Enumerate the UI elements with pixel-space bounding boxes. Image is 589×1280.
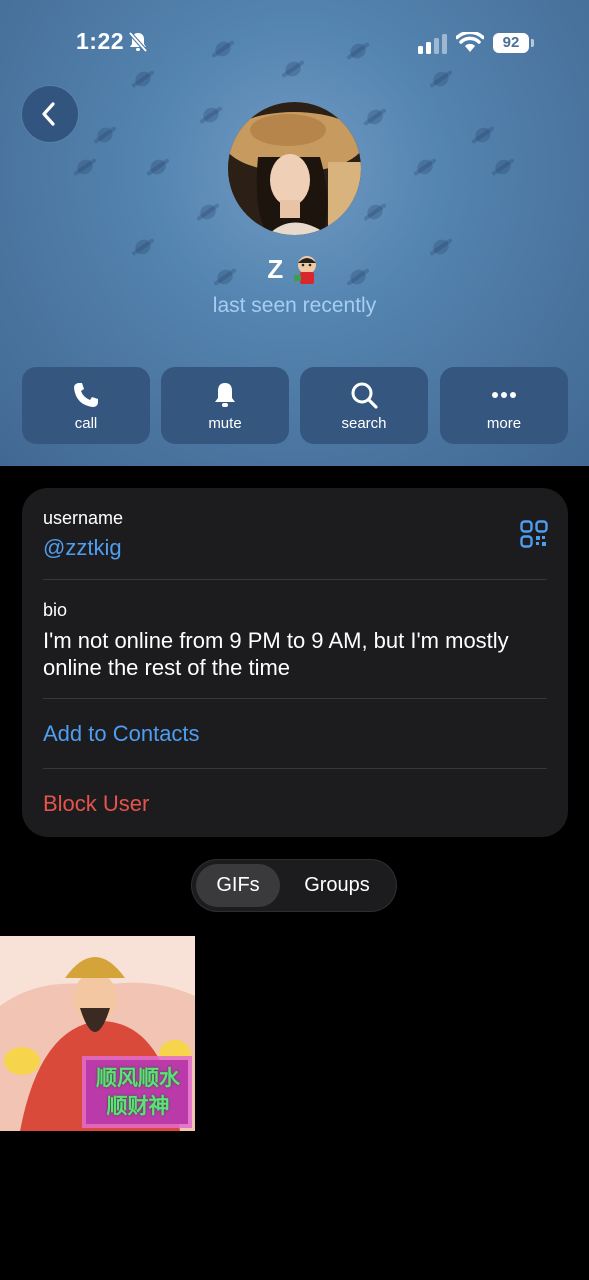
tab-groups[interactable]: Groups — [287, 864, 387, 907]
search-icon — [351, 382, 378, 409]
mute-button[interactable]: mute — [161, 367, 289, 444]
divider — [43, 768, 547, 769]
bio-text: I'm not online from 9 PM to 9 AM, but I'… — [43, 628, 509, 680]
search-button[interactable]: search — [300, 367, 428, 444]
gif-caption-line1: 顺风顺水 — [96, 1066, 180, 1090]
username-row[interactable]: username @zztkig — [43, 508, 547, 561]
profile-header: 1:22 92 Z last seen recently call mute s… — [0, 0, 589, 466]
tab-gifs[interactable]: GIFs — [196, 864, 280, 907]
qr-code-icon[interactable] — [520, 520, 548, 548]
status-time: 1:22 — [76, 28, 125, 54]
emoji-status-icon[interactable] — [292, 255, 322, 285]
username-label: username — [43, 508, 124, 528]
battery-cap — [531, 39, 534, 47]
more-button[interactable]: more — [440, 367, 568, 444]
bell-icon — [215, 383, 235, 407]
back-button[interactable] — [22, 86, 78, 142]
search-label: search — [341, 415, 387, 432]
name-row: Z — [0, 254, 589, 285]
add-to-contacts-button[interactable]: Add to Contacts — [43, 721, 547, 747]
status-bar: 1:22 92 — [0, 0, 589, 88]
avatar[interactable] — [228, 102, 361, 235]
phone-icon — [74, 383, 98, 407]
gif-caption-line2: 顺财神 — [106, 1094, 170, 1118]
profile-name: Z — [267, 254, 284, 284]
bio-row: bio I'm not online from 9 PM to 9 AM, bu… — [43, 600, 547, 681]
bio-label: bio — [43, 600, 68, 620]
mute-label: mute — [208, 415, 242, 432]
divider — [43, 698, 547, 699]
divider — [43, 579, 547, 580]
action-bar: call mute search more — [22, 367, 568, 444]
avatar-photo — [228, 102, 361, 235]
gif-thumbnail[interactable]: 顺风顺水 顺财神 — [0, 936, 195, 1131]
signal-icon — [418, 34, 447, 54]
more-label: more — [486, 415, 522, 432]
info-card: username @zztkig bio I'm not online from… — [22, 488, 568, 837]
call-label: call — [74, 415, 98, 432]
more-icon — [492, 392, 516, 398]
block-user-button[interactable]: Block User — [43, 791, 547, 817]
call-button[interactable]: call — [22, 367, 150, 444]
bell-off-icon — [128, 31, 148, 53]
last-seen-status: last seen recently — [212, 294, 377, 317]
media-tabs: GIFs Groups — [191, 859, 397, 912]
username-value[interactable]: @zztkig — [43, 535, 547, 561]
wifi-icon — [456, 32, 484, 52]
battery-indicator: 92 — [493, 33, 529, 53]
chevron-left-icon — [42, 102, 55, 126]
